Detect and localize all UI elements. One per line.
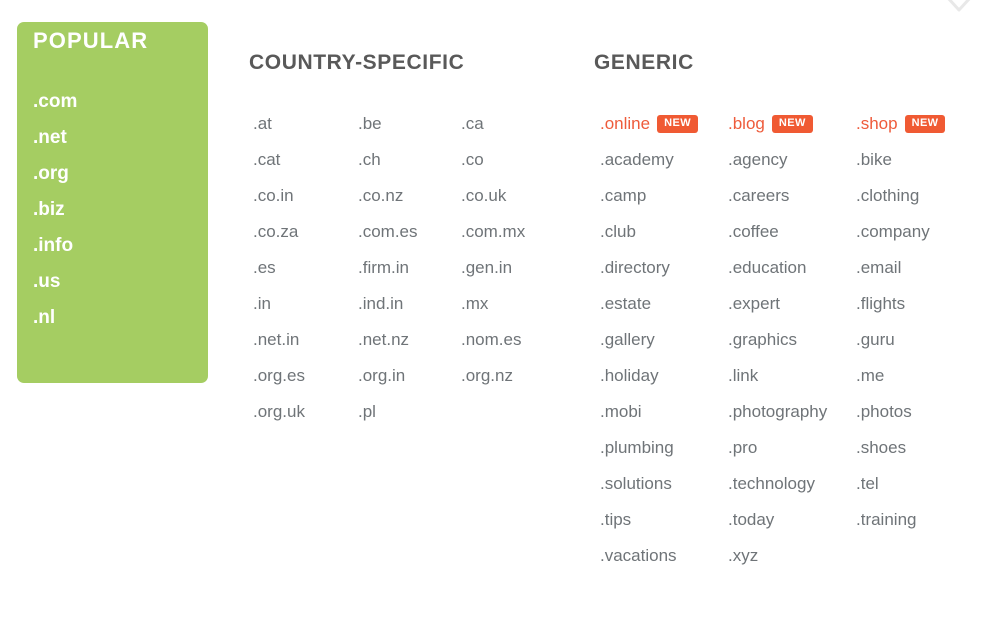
- generic-tld-item[interactable]: .careers: [728, 178, 827, 214]
- generic-tld-item[interactable]: .company: [856, 214, 945, 250]
- chevron-down-icon[interactable]: [944, 0, 974, 16]
- popular-tld-item[interactable]: .net: [33, 120, 77, 156]
- generic-column-3: .shop NEW .bike .clothing .company .email .fli…: [856, 106, 946, 538]
- generic-tld-item[interactable]: .blog NEW: [728, 106, 827, 142]
- generic-tld-item[interactable]: .photos: [856, 394, 945, 430]
- generic-tld-item[interactable]: .link: [728, 358, 827, 394]
- country-specific-tld-item[interactable]: .at: [253, 106, 305, 142]
- popular-tld-item[interactable]: .us: [33, 264, 77, 300]
- generic-heading: GENERIC: [594, 51, 694, 74]
- generic-tld-item[interactable]: .flights: [856, 286, 945, 322]
- generic-tld-item[interactable]: .coffee: [728, 214, 827, 250]
- tld-label: .shop: [856, 114, 898, 133]
- generic-tld-item[interactable]: .tips: [600, 502, 698, 538]
- popular-tld-item[interactable]: .biz: [33, 192, 77, 228]
- country-specific-tld-item[interactable]: .ch: [358, 142, 418, 178]
- popular-tld-list: .com .net .org .biz .info .us .nl: [33, 84, 77, 336]
- country-specific-tld-item[interactable]: .co.nz: [358, 178, 418, 214]
- generic-tld-item[interactable]: .shoes: [856, 430, 945, 466]
- generic-tld-item[interactable]: .clothing: [856, 178, 945, 214]
- generic-tld-item[interactable]: .holiday: [600, 358, 698, 394]
- generic-tld-item[interactable]: .me: [856, 358, 945, 394]
- generic-tld-item[interactable]: .estate: [600, 286, 698, 322]
- popular-tld-item[interactable]: .nl: [33, 300, 77, 336]
- generic-tld-item[interactable]: .mobi: [600, 394, 698, 430]
- country-specific-heading: COUNTRY-SPECIFIC: [249, 51, 465, 74]
- generic-tld-item[interactable]: .pro: [728, 430, 827, 466]
- country-specific-column-3: .ca .co .co.uk .com.mx .gen.in .mx .nom.es .org…: [461, 106, 525, 394]
- country-specific-tld-item[interactable]: .pl: [358, 394, 418, 430]
- generic-tld-item[interactable]: .xyz: [728, 538, 827, 574]
- country-specific-tld-item[interactable]: .in: [253, 286, 305, 322]
- generic-tld-item[interactable]: .bike: [856, 142, 945, 178]
- new-badge: NEW: [904, 115, 946, 133]
- generic-tld-item[interactable]: .agency: [728, 142, 827, 178]
- country-specific-column-1: .at .cat .co.in .co.za .es .in .net.in .org.es.…: [253, 106, 305, 430]
- country-specific-tld-item[interactable]: .ind.in: [358, 286, 418, 322]
- generic-tld-item[interactable]: .vacations: [600, 538, 698, 574]
- generic-tld-item[interactable]: .shop NEW: [856, 106, 946, 142]
- country-specific-tld-item[interactable]: .org.in: [358, 358, 418, 394]
- country-specific-tld-item[interactable]: .co.uk: [461, 178, 525, 214]
- generic-tld-item[interactable]: .academy: [600, 142, 698, 178]
- generic-tld-item[interactable]: .expert: [728, 286, 827, 322]
- generic-tld-item[interactable]: .guru: [856, 322, 945, 358]
- generic-tld-item[interactable]: .plumbing: [600, 430, 698, 466]
- country-specific-tld-item[interactable]: .org.nz: [461, 358, 525, 394]
- new-badge: NEW: [771, 115, 813, 133]
- generic-tld-item[interactable]: .online NEW: [600, 106, 698, 142]
- generic-tld-item[interactable]: .graphics: [728, 322, 827, 358]
- country-specific-tld-item[interactable]: .mx: [461, 286, 525, 322]
- generic-tld-item[interactable]: .education: [728, 250, 827, 286]
- country-specific-tld-item[interactable]: .firm.in: [358, 250, 418, 286]
- popular-tld-item[interactable]: .info: [33, 228, 77, 264]
- country-specific-tld-item[interactable]: .net.in: [253, 322, 305, 358]
- country-specific-tld-item[interactable]: .org.es: [253, 358, 305, 394]
- generic-tld-item[interactable]: .directory: [600, 250, 698, 286]
- country-specific-tld-item[interactable]: .cat: [253, 142, 305, 178]
- country-specific-tld-item[interactable]: .com.mx: [461, 214, 525, 250]
- popular-title: POPULAR: [33, 28, 149, 53]
- country-specific-tld-item[interactable]: .be: [358, 106, 418, 142]
- generic-tld-item[interactable]: .tel: [856, 466, 945, 502]
- generic-tld-item[interactable]: .photography: [728, 394, 827, 430]
- country-specific-tld-item[interactable]: .co.za: [253, 214, 305, 250]
- generic-tld-item[interactable]: .today: [728, 502, 827, 538]
- tld-label: .blog: [728, 114, 765, 133]
- country-specific-tld-item[interactable]: .es: [253, 250, 305, 286]
- country-specific-tld-item[interactable]: .gen.in: [461, 250, 525, 286]
- generic-tld-item[interactable]: .technology: [728, 466, 827, 502]
- generic-column-2: .blog NEW .agency .careers .coffee .education…: [728, 106, 827, 574]
- generic-tld-item[interactable]: .camp: [600, 178, 698, 214]
- popular-tld-item[interactable]: .com: [33, 84, 77, 120]
- country-specific-tld-item[interactable]: .com.es: [358, 214, 418, 250]
- country-specific-tld-item[interactable]: .ca: [461, 106, 525, 142]
- generic-tld-item[interactable]: .solutions: [600, 466, 698, 502]
- country-specific-column-2: .be .ch .co.nz .com.es .firm.in .ind.in .net.n…: [358, 106, 418, 430]
- country-specific-tld-item[interactable]: .org.uk: [253, 394, 305, 430]
- tld-label: .online: [600, 114, 651, 133]
- generic-tld-item[interactable]: .training: [856, 502, 945, 538]
- generic-tld-item[interactable]: .club: [600, 214, 698, 250]
- generic-tld-item[interactable]: .gallery: [600, 322, 698, 358]
- country-specific-tld-item[interactable]: .co.in: [253, 178, 305, 214]
- generic-column-1: .online NEW .academy .camp .club .directory .e…: [600, 106, 698, 574]
- generic-tld-item[interactable]: .email: [856, 250, 945, 286]
- popular-tld-item[interactable]: .org: [33, 156, 77, 192]
- country-specific-tld-item[interactable]: .net.nz: [358, 322, 418, 358]
- new-badge: NEW: [657, 115, 698, 133]
- country-specific-tld-item[interactable]: .co: [461, 142, 525, 178]
- country-specific-tld-item[interactable]: .nom.es: [461, 322, 525, 358]
